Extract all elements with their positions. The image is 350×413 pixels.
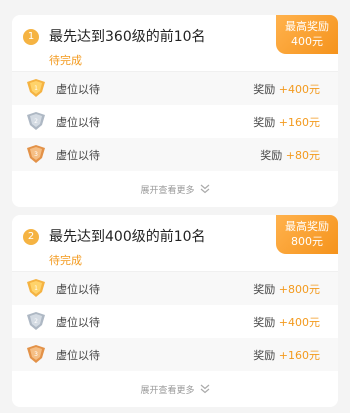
bronze-medal-icon: 3 [27,345,45,363]
bronze-medal-icon: 3 [27,145,45,163]
expand-more-label: 展开查看更多 [140,385,195,396]
silver-medal-icon: 2 [27,112,45,130]
reward-label: 奖励 [253,83,276,96]
task-status: 待完成 [49,54,82,67]
expand-more-label: 展开查看更多 [140,185,195,196]
rank-name: 虚位以待 [56,316,100,329]
gold-medal-icon: 1 [27,279,45,297]
reward-label: 奖励 [253,349,276,362]
double-chevron-down-icon [200,184,209,194]
reward-label: 奖励 [253,116,276,129]
rank-row: 2 虚位以待 奖励 +400元 [12,305,338,338]
max-reward-tag: 最高奖励 400元 [276,15,338,54]
reward-amount: +400元 [278,83,320,96]
rank-row: 3 虚位以待 奖励 +160元 [12,338,338,371]
reward-label: 奖励 [253,283,276,296]
rank-list: 1 虚位以待 奖励 +400元 2 虚位以待 奖励 +160元 3 虚位以待 奖… [12,71,338,171]
double-chevron-down-icon [200,384,209,394]
reward-amount: +160元 [278,349,320,362]
rank-name: 虚位以待 [56,116,100,129]
task-card: 2 最先达到400级的前10名 待完成 最高奖励 800元 1 虚位以待 奖励 … [12,215,338,407]
reward-amount: +400元 [278,316,320,329]
rank-row: 2 虚位以待 奖励 +160元 [12,105,338,138]
medal-rank-number: 1 [34,285,38,292]
medal-rank-number: 3 [34,351,38,358]
rank-name: 虚位以待 [56,83,100,96]
gold-medal-icon: 1 [27,79,45,97]
expand-more-button[interactable]: 展开查看更多 [12,371,338,407]
rank-reward: 奖励 +400元 [253,81,320,97]
rank-reward: 奖励 +400元 [253,314,320,330]
task-card-header: 2 最先达到400级的前10名 待完成 最高奖励 800元 [12,215,338,271]
rank-row: 1 虚位以待 奖励 +800元 [12,272,338,305]
reward-amount: +800元 [278,283,320,296]
medal-rank-number: 2 [34,318,38,325]
rank-name: 虚位以待 [56,349,100,362]
max-reward-value: 800元 [291,235,323,248]
max-reward-value: 400元 [291,35,323,48]
rank-reward: 奖励 +80元 [260,147,320,163]
task-card-header: 1 最先达到360级的前10名 待完成 最高奖励 400元 [12,15,338,71]
max-reward-label: 最高奖励 [285,220,329,233]
reward-amount: +160元 [278,116,320,129]
medal-rank-number: 2 [34,118,38,125]
reward-label: 奖励 [260,149,283,162]
task-index-badge: 2 [23,229,39,245]
reward-amount: +80元 [285,149,320,162]
medal-rank-number: 3 [34,151,38,158]
medal-rank-number: 1 [34,85,38,92]
rank-name: 虚位以待 [56,149,100,162]
task-status: 待完成 [49,254,82,267]
task-card: 1 最先达到360级的前10名 待完成 最高奖励 400元 1 虚位以待 奖励 … [12,15,338,207]
rank-reward: 奖励 +160元 [253,347,320,363]
rank-reward: 奖励 +160元 [253,114,320,130]
expand-more-button[interactable]: 展开查看更多 [12,171,338,207]
reward-label: 奖励 [253,316,276,329]
rank-row: 1 虚位以待 奖励 +400元 [12,72,338,105]
reward-task-page: 1 最先达到360级的前10名 待完成 最高奖励 400元 1 虚位以待 奖励 … [0,0,350,413]
task-index-badge: 1 [23,29,39,45]
task-title: 最先达到360级的前10名 [49,29,206,45]
max-reward-tag: 最高奖励 800元 [276,215,338,254]
rank-name: 虚位以待 [56,283,100,296]
max-reward-label: 最高奖励 [285,20,329,33]
silver-medal-icon: 2 [27,312,45,330]
rank-list: 1 虚位以待 奖励 +800元 2 虚位以待 奖励 +400元 3 虚位以待 奖… [12,271,338,371]
rank-row: 3 虚位以待 奖励 +80元 [12,138,338,171]
task-title: 最先达到400级的前10名 [49,229,206,245]
rank-reward: 奖励 +800元 [253,281,320,297]
